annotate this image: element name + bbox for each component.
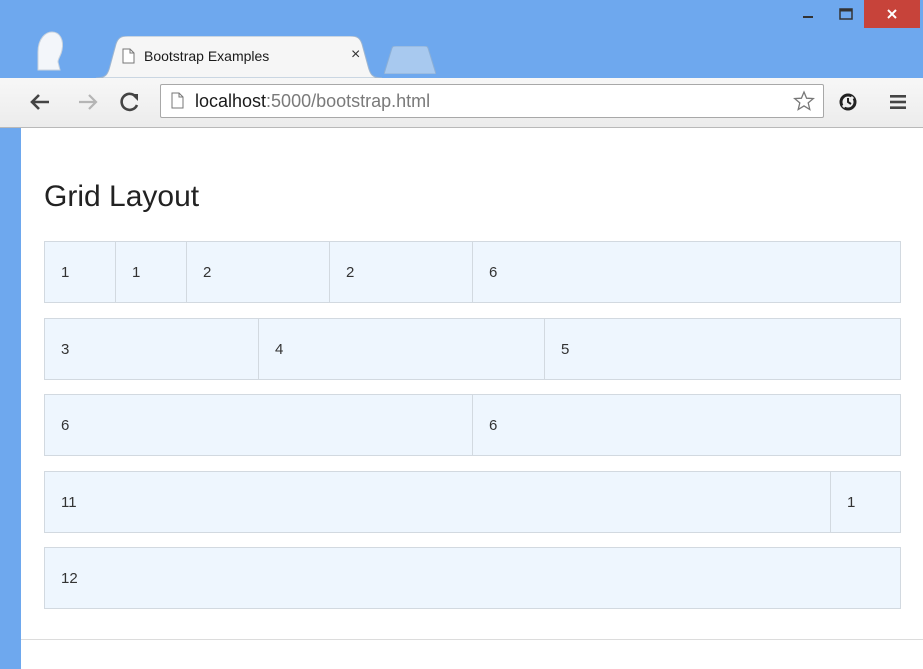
grid-cell: 1 bbox=[115, 241, 187, 303]
menu-button[interactable] bbox=[884, 88, 912, 116]
minimize-button[interactable] bbox=[788, 0, 828, 28]
back-arrow-icon bbox=[30, 94, 49, 110]
back-button[interactable] bbox=[26, 88, 54, 116]
grid-cell: 6 bbox=[472, 394, 901, 456]
grid-cell: 2 bbox=[329, 241, 473, 303]
grid-cell: 12 bbox=[44, 547, 901, 609]
browser-tab-active[interactable]: Bootstrap Examples × bbox=[96, 36, 382, 78]
page-title: Grid Layout bbox=[44, 180, 200, 213]
close-icon bbox=[887, 9, 897, 19]
tab-close-icon[interactable]: × bbox=[351, 46, 360, 64]
window-bottom-area bbox=[21, 639, 923, 669]
tab-title: Bootstrap Examples bbox=[144, 48, 270, 64]
grid-row: 11 1 bbox=[44, 471, 901, 533]
grid-cell: 6 bbox=[472, 241, 901, 303]
window-frame-left bbox=[0, 128, 21, 669]
browser-toolbar: localhost:5000/bootstrap.html bbox=[0, 78, 923, 128]
url-text: localhost:5000/bootstrap.html bbox=[195, 91, 430, 112]
maximize-icon bbox=[839, 8, 853, 20]
page-icon bbox=[171, 92, 184, 109]
forward-arrow-icon bbox=[79, 94, 98, 110]
grid-row: 1 1 2 2 6 bbox=[44, 241, 901, 303]
new-tab-button[interactable] bbox=[384, 46, 436, 74]
address-bar[interactable]: localhost:5000/bootstrap.html bbox=[160, 84, 824, 118]
grid-cell: 5 bbox=[544, 318, 901, 380]
reload-button[interactable] bbox=[116, 88, 144, 116]
extension-button[interactable] bbox=[834, 88, 862, 116]
grid-row: 6 6 bbox=[44, 394, 901, 456]
title-bar: Bootstrap Examples × bbox=[0, 0, 923, 78]
extension-icon bbox=[839, 93, 857, 111]
grid-cell: 1 bbox=[830, 471, 901, 533]
grid-cell: 1 bbox=[44, 241, 116, 303]
minimize-icon bbox=[803, 16, 813, 18]
grid-cell: 3 bbox=[44, 318, 259, 380]
url-host: localhost bbox=[195, 91, 267, 111]
grid-row: 3 4 5 bbox=[44, 318, 901, 380]
reload-icon bbox=[120, 92, 139, 112]
browser-window: Bootstrap Examples × localhost:5000/boot… bbox=[0, 0, 923, 669]
grid-cell: 2 bbox=[186, 241, 330, 303]
maximize-button[interactable] bbox=[828, 0, 864, 28]
grid-row: 12 bbox=[44, 547, 901, 609]
page-content: Grid Layout 1 1 2 2 6 3 4 5 6 6 11 1 12 bbox=[21, 128, 923, 639]
grid-cell: 4 bbox=[258, 318, 545, 380]
page-icon bbox=[122, 48, 135, 64]
profile-avatar-icon[interactable] bbox=[34, 30, 68, 72]
grid-cell: 11 bbox=[44, 471, 831, 533]
close-button[interactable] bbox=[864, 0, 920, 28]
url-path: :5000/bootstrap.html bbox=[266, 91, 431, 111]
grid-cell: 6 bbox=[44, 394, 473, 456]
menu-icon bbox=[890, 95, 906, 109]
forward-button[interactable] bbox=[74, 88, 102, 116]
star-icon[interactable] bbox=[793, 90, 815, 112]
